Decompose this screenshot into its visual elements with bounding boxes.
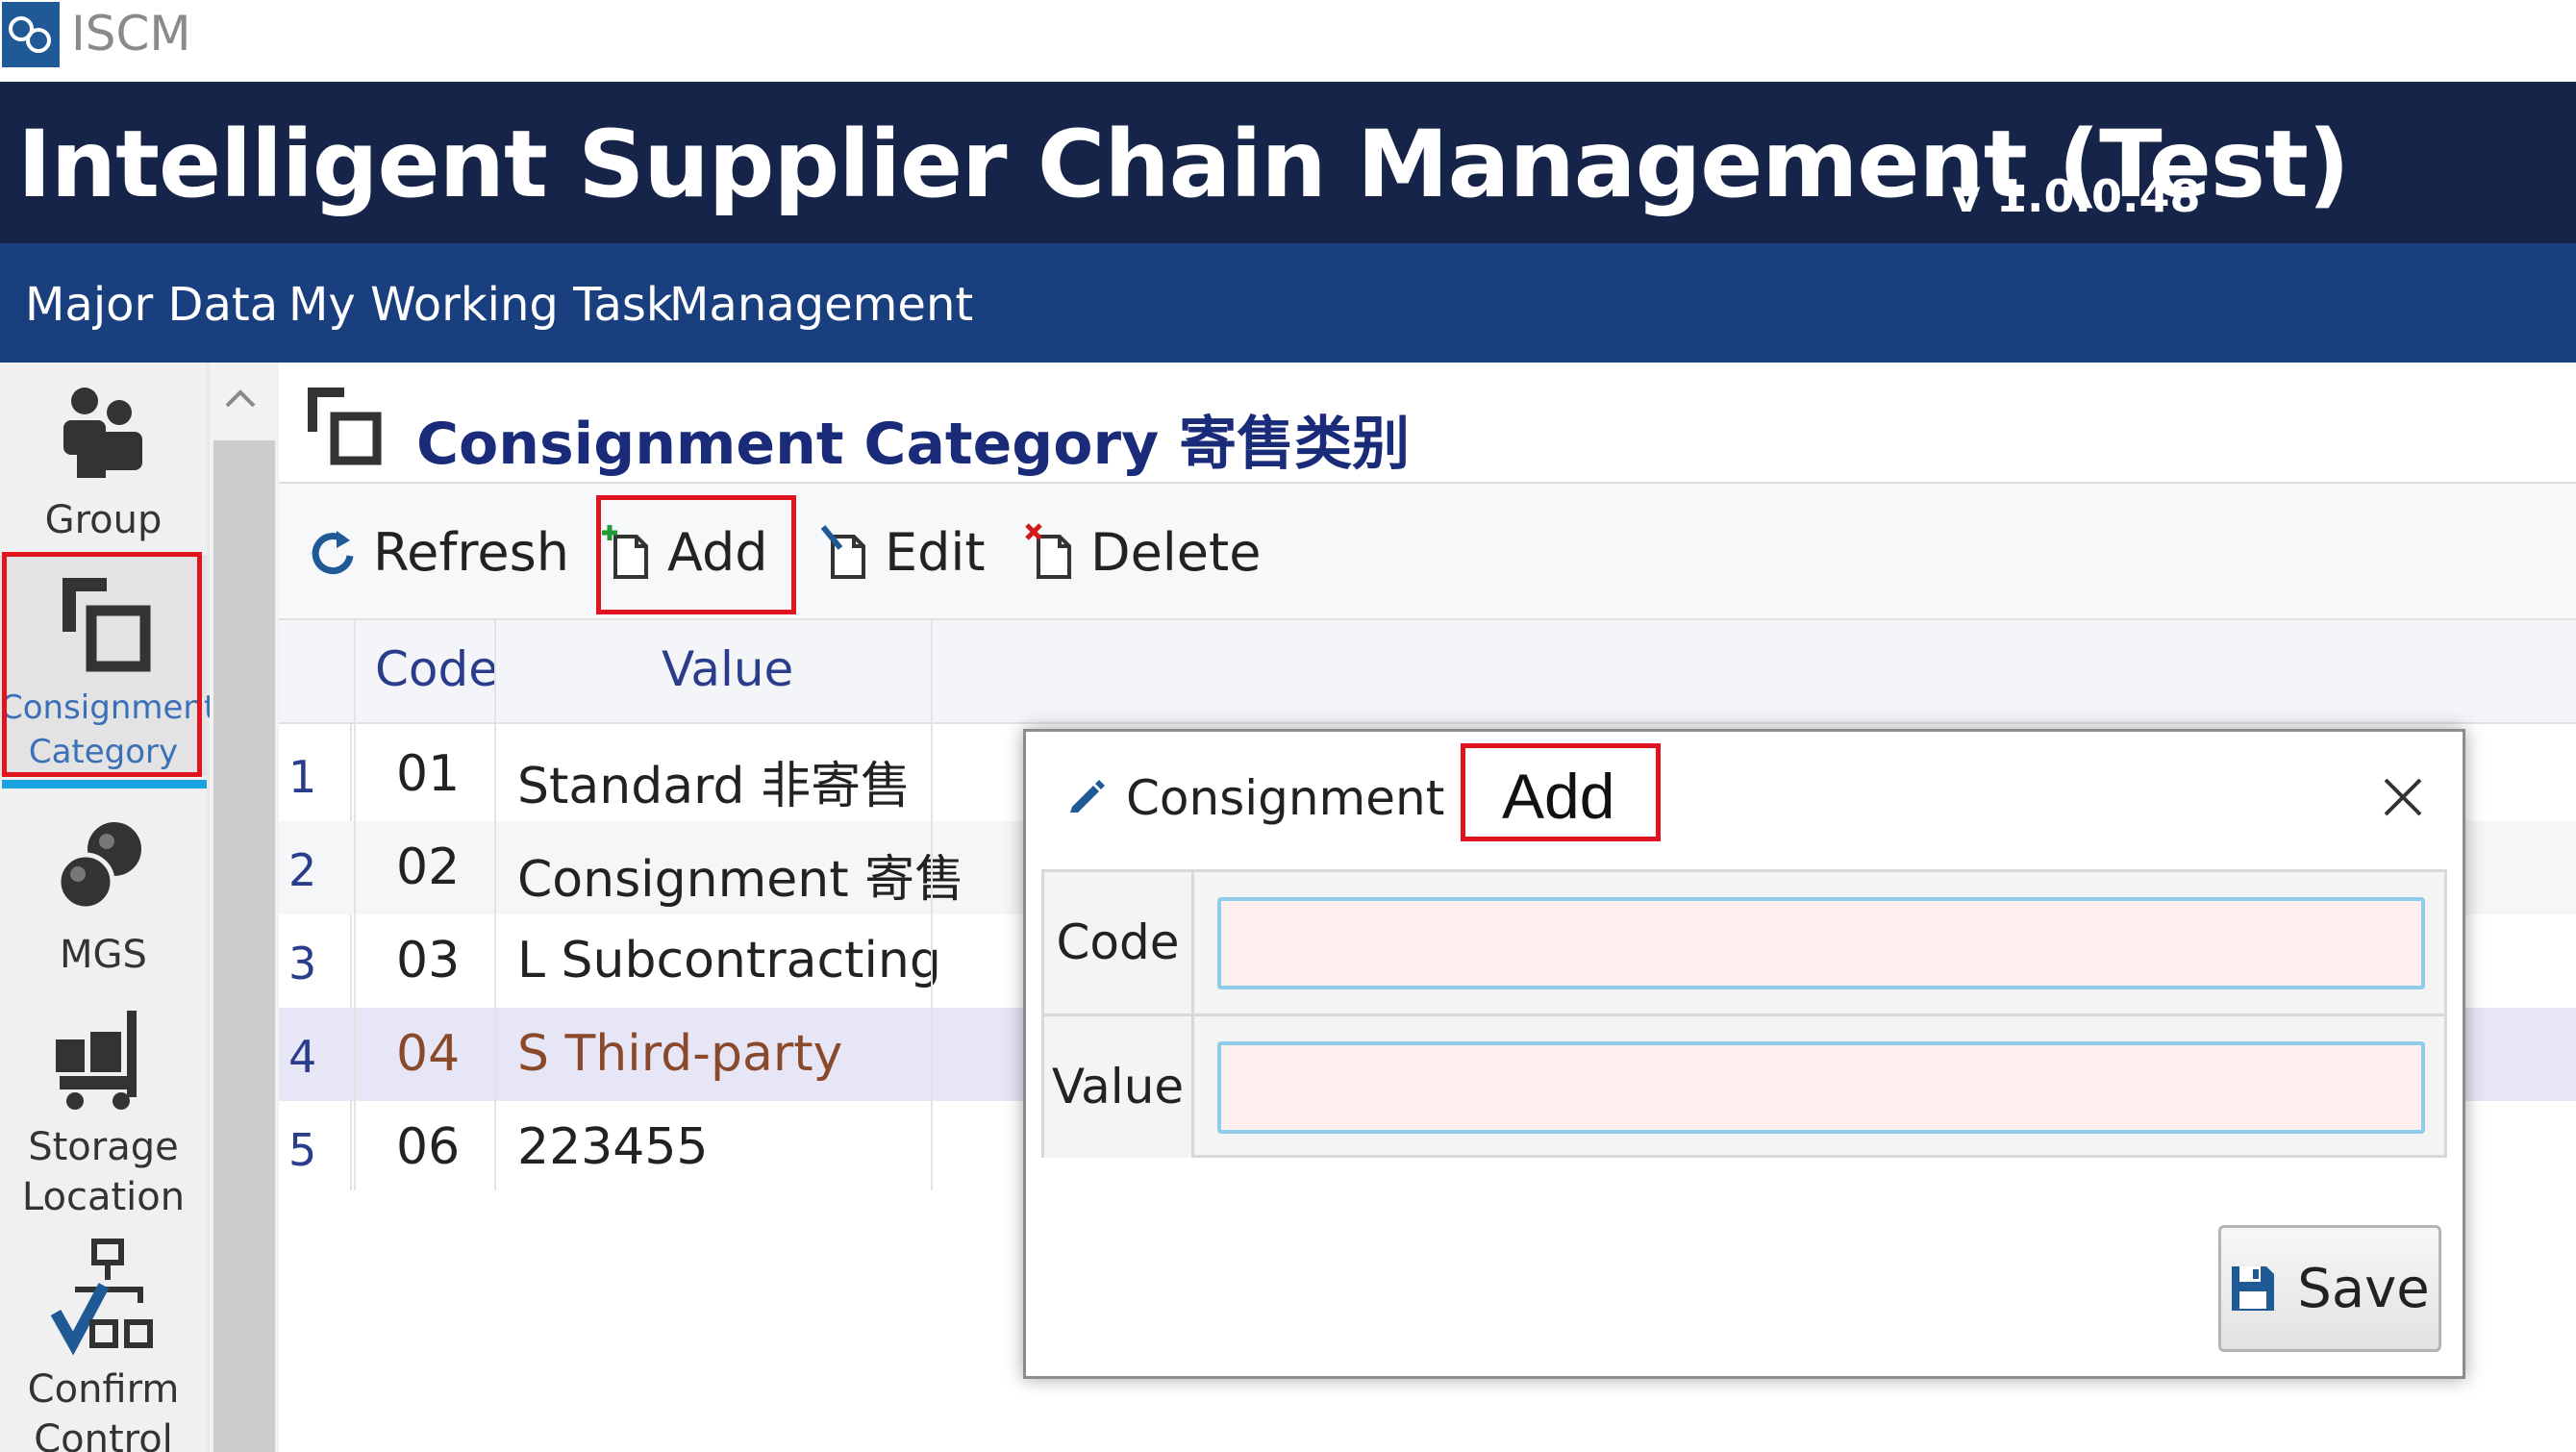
value-field[interactable]	[1217, 1041, 2425, 1134]
sidebar-item-group[interactable]: Group	[0, 363, 207, 550]
row-number: 2	[288, 844, 317, 896]
code-field[interactable]	[1217, 897, 2425, 989]
row-number: 5	[288, 1124, 317, 1176]
cell-code[interactable]: 02	[396, 839, 460, 896]
edit-document-icon	[820, 525, 865, 579]
row-number: 4	[288, 1031, 317, 1083]
pencil-icon	[1070, 780, 1105, 813]
window-title: ISCM	[71, 6, 191, 62]
form-row-value: Value	[1044, 1014, 2444, 1158]
delete-button[interactable]: Delete	[1025, 511, 1261, 593]
sidebar: Group Consignment Category MGS Storage L…	[0, 363, 216, 1452]
sidebar-item-label-line1: Confirm	[27, 1367, 180, 1412]
sidebar-item-label-line2: Control	[34, 1417, 173, 1452]
sidebar-nav: Group Consignment Category MGS Storage L…	[0, 363, 216, 1452]
app-header: Intelligent Supplier Chain Management (T…	[0, 82, 2576, 243]
delete-document-icon	[1025, 523, 1071, 579]
column-separator	[931, 620, 933, 1190]
page-header: Consignment Category 寄售类别	[279, 363, 2576, 484]
group-icon	[63, 388, 142, 478]
active-item-indicator	[2, 780, 207, 789]
refresh-icon	[312, 531, 354, 575]
sidebar-item-storage-location[interactable]: Storage Location	[0, 1005, 207, 1219]
cell-code[interactable]: 04	[396, 1025, 460, 1083]
storage-location-icon	[55, 1011, 137, 1110]
add-consignment-dialog: Consignment Add Code Value Save	[1023, 729, 2465, 1379]
highlight-box-sidebar	[2, 552, 202, 777]
highlight-box-add	[596, 495, 796, 614]
sidebar-scroll-thumb[interactable]	[213, 440, 275, 1452]
column-header-value[interactable]: Value	[662, 641, 793, 697]
scroll-up-chevron-icon[interactable]	[213, 377, 267, 421]
column-separator	[494, 620, 496, 1190]
edit-label: Edit	[885, 521, 986, 583]
sidebar-item-label-line1: Storage	[28, 1125, 179, 1169]
cell-value[interactable]: Consignment 寄售	[517, 839, 964, 911]
form-row-code: Code	[1044, 872, 2444, 1014]
sidebar-item-label-line2: Location	[21, 1175, 186, 1219]
dialog-form: Code Value	[1041, 869, 2447, 1158]
code-field-label: Code	[1044, 872, 1194, 1014]
delete-label: Delete	[1090, 521, 1262, 583]
value-field-label: Value	[1044, 1016, 1194, 1158]
page-title: Consignment Category 寄售类别	[416, 411, 1411, 478]
mgs-icon	[56, 822, 141, 912]
dialog-mode-text: Add	[1502, 761, 1615, 832]
dialog-mode-label: Add	[1461, 743, 1661, 841]
row-number: 1	[288, 751, 317, 803]
refresh-label: Refresh	[373, 521, 569, 583]
save-disk-icon	[2232, 1266, 2275, 1311]
menu-item-my-working-task[interactable]: My Working Task	[288, 278, 673, 332]
cell-value[interactable]: 223455	[517, 1118, 709, 1176]
cell-code[interactable]: 03	[396, 932, 460, 989]
row-number: 3	[288, 938, 317, 989]
column-separator	[354, 620, 356, 1190]
column-header-code[interactable]: Code	[375, 641, 498, 697]
sidebar-item-label: MGS	[60, 933, 147, 977]
menu-item-major-data[interactable]: Major Data	[25, 278, 278, 332]
save-button[interactable]: Save	[2218, 1225, 2441, 1352]
cell-value[interactable]: Standard 非寄售	[517, 745, 911, 817]
cell-code[interactable]: 06	[396, 1118, 460, 1176]
cell-value[interactable]: L Subcontracting	[517, 932, 941, 989]
close-icon[interactable]	[2374, 768, 2432, 826]
grid-header: Code Value	[279, 620, 2576, 724]
window-titlebar: ISCM	[0, 0, 2576, 82]
dialog-title: Consignment	[1126, 770, 1445, 826]
app-logo-icon	[2, 2, 60, 67]
confirm-control-icon	[50, 1239, 153, 1356]
main-menubar: Major Data My Working Task Management	[0, 243, 2576, 363]
sidebar-item-label: Group	[44, 498, 163, 542]
save-label: Save	[2297, 1257, 2430, 1320]
consignment-category-icon	[308, 388, 382, 465]
sidebar-item-mgs[interactable]: MGS	[0, 797, 207, 989]
edit-button[interactable]: Edit	[819, 511, 986, 593]
cell-value[interactable]: S Third-party	[517, 1025, 842, 1083]
menu-item-management[interactable]: Management	[669, 278, 973, 332]
app-version: v 1.0.0.48	[1952, 170, 2201, 222]
sidebar-item-confirm-control[interactable]: Confirm Control	[0, 1236, 207, 1452]
refresh-button[interactable]: Refresh	[308, 511, 569, 593]
cell-code[interactable]: 01	[396, 745, 460, 803]
